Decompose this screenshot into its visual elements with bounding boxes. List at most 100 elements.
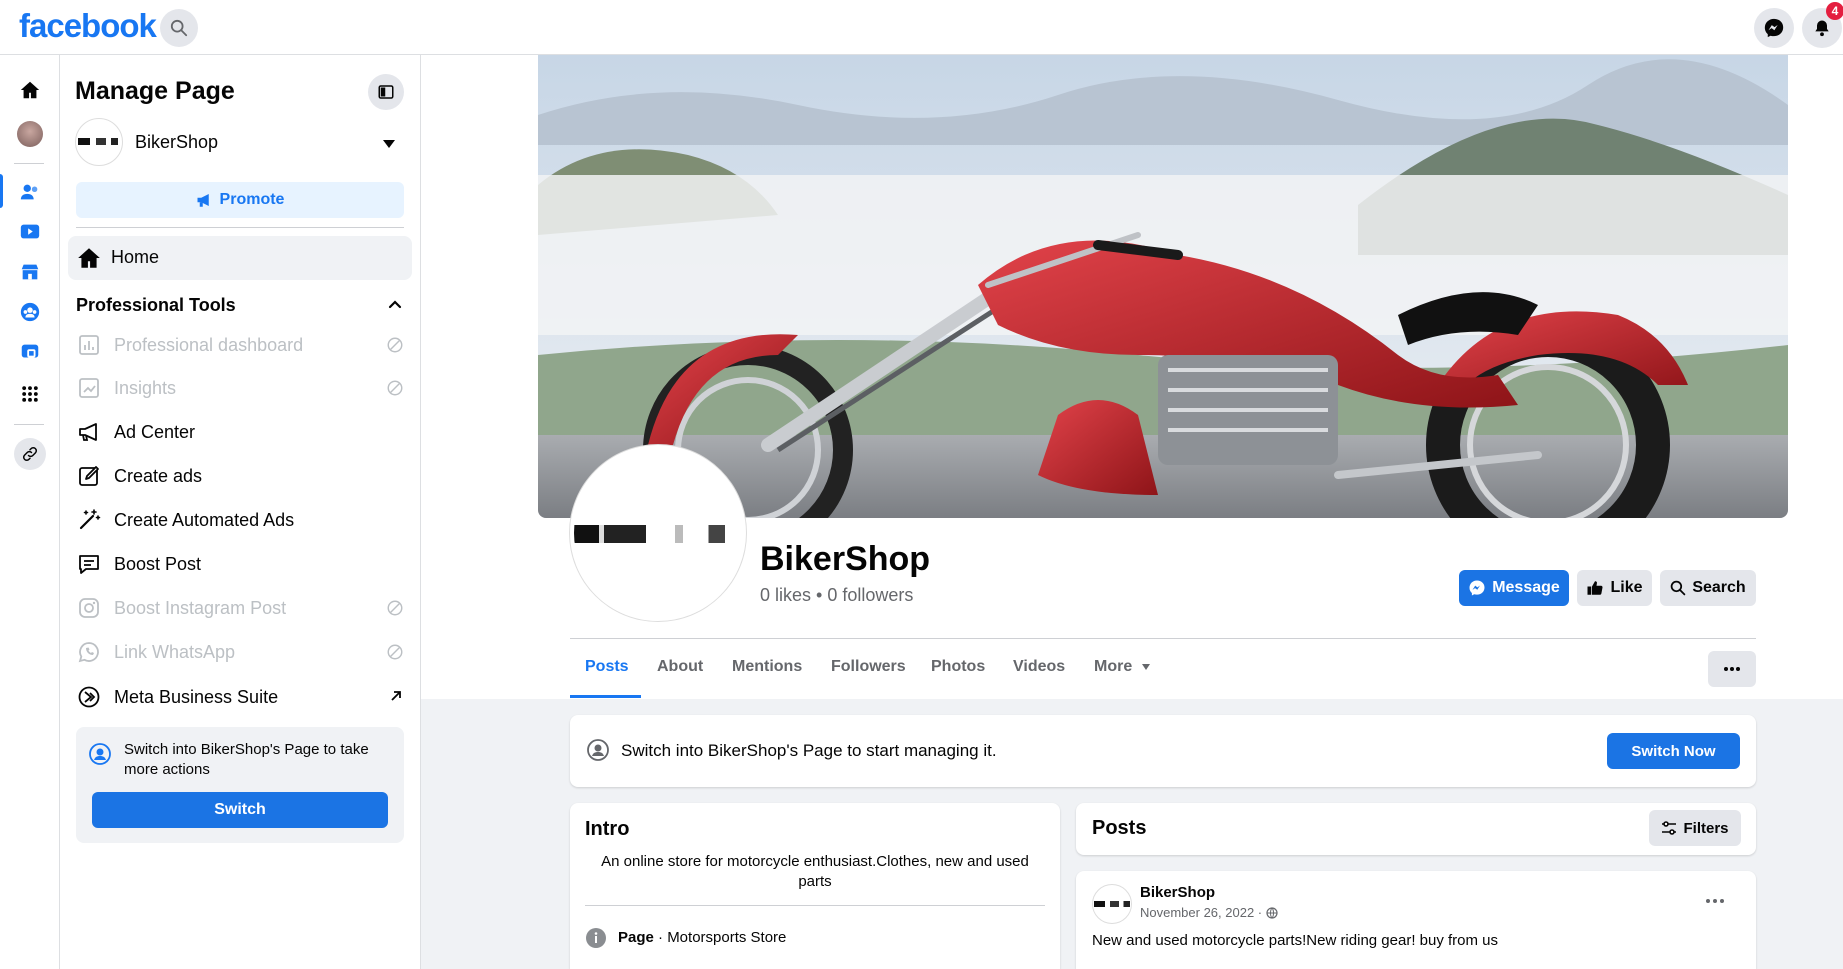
switch-page-text: Switch into BikerShop's Page to take mor… [124,741,369,778]
tab-photos[interactable]: Photos [931,658,985,676]
tab-more[interactable]: More [1094,658,1151,676]
like-label: Like [1610,579,1643,596]
switch-now-button[interactable]: Switch Now [1607,733,1740,769]
ellipsis-icon [1724,667,1740,671]
post-date[interactable]: November 26, 2022 · [1140,905,1278,920]
user-switch-icon [586,738,610,767]
sidebar-toggle-icon [378,85,394,99]
tabs-divider [570,638,1756,639]
filters-button[interactable]: Filters [1649,810,1741,846]
unavailable-icon [386,643,404,666]
sidebar-item-link-whatsapp[interactable]: Link WhatsApp [68,632,412,672]
watch-icon[interactable] [14,216,46,248]
intro-category: Page · Motorsports Store [618,929,786,946]
banner-text: Switch into BikerShop's Page to start ma… [621,741,997,760]
post-options-button[interactable] [1706,890,1724,908]
page-avatar[interactable] [75,118,123,166]
promote-button[interactable]: Promote [76,182,404,218]
chevron-up-icon[interactable] [388,296,402,314]
intro-bio: An online store for motorcycle enthusias… [601,853,1029,890]
page-profile-picture[interactable] [570,445,746,621]
tab-mentions[interactable]: Mentions [732,658,802,676]
sidebar-item-insights[interactable]: Insights [68,368,412,408]
user-switch-icon [88,742,112,771]
whatsapp-icon [76,639,102,665]
switch-button[interactable]: Switch [92,792,388,828]
top-bar [0,0,1843,55]
search-page-button[interactable]: Search [1660,570,1756,606]
rail-divider [14,163,44,164]
caret-down-icon [1141,664,1150,670]
facebook-logo[interactable]: facebook [19,7,157,45]
post-text: New and used motorcycle parts!New riding… [1092,932,1499,949]
megaphone-icon [76,419,102,445]
collapse-sidebar-button[interactable] [368,74,404,110]
posts-title: Posts [1092,817,1147,839]
sidebar-item-boost-instagram-post[interactable]: Boost Instagram Post [68,588,412,628]
message-button[interactable]: Message [1459,570,1569,606]
magic-wand-icon [76,507,102,533]
sidebar-item-label: Create ads [114,465,203,486]
edit-icon [76,463,102,489]
ellipsis-icon [1706,899,1724,903]
cover-photo[interactable] [538,55,1788,518]
thumbs-up-icon [1587,581,1604,595]
tab-followers[interactable]: Followers [831,658,906,676]
tab-videos[interactable]: Videos [1013,658,1065,676]
post-author-name[interactable]: BikerShop [1140,884,1215,901]
home-icon[interactable] [14,74,46,106]
sidebar-item-professional-dashboard[interactable]: Professional dashboard [68,325,412,365]
notification-badge: 4 [1826,2,1843,20]
page-switcher-name[interactable]: BikerShop [135,132,218,153]
post-author-avatar[interactable] [1092,884,1132,924]
tab-about[interactable]: About [657,658,703,676]
profile-avatar-icon[interactable] [14,118,46,150]
messenger-icon [1469,580,1485,596]
sidebar-divider [76,227,404,228]
more-options-button[interactable] [1708,651,1756,687]
sidebar-item-label: Insights [114,377,177,398]
groups-icon[interactable] [14,296,46,328]
rail-active-indicator [0,174,3,208]
category-value[interactable]: · Motorsports Store [654,929,786,946]
megaphone-icon [197,194,209,207]
sidebar-item-ad-center[interactable]: Ad Center [68,412,412,452]
link-icon[interactable] [14,438,46,470]
sidebar-title: Manage Page [75,77,235,105]
promote-label: Promote [219,191,285,208]
marketplace-icon[interactable] [14,256,46,288]
category-label: Page [618,929,654,946]
search-icon [1671,580,1686,596]
apps-grid-icon[interactable] [14,378,46,410]
pages-icon[interactable] [14,176,46,208]
search-button[interactable] [160,9,198,47]
sidebar-item-label: Home [111,247,160,267]
page-stats[interactable]: 0 likes • 0 followers [760,585,913,606]
sidebar-item-label: Meta Business Suite [114,686,279,707]
gaming-icon[interactable] [14,336,46,368]
tab-posts[interactable]: Posts [585,658,629,676]
caret-down-icon[interactable] [382,136,396,154]
filters-icon [1662,821,1677,835]
page-title: BikerShop [760,540,931,578]
search-label: Search [1692,579,1746,596]
external-link-icon [388,688,404,709]
sidebar-item-boost-post[interactable]: Boost Post [68,544,412,584]
sidebar-item-meta-business-suite[interactable]: Meta Business Suite [68,677,412,717]
sidebar-item-label: Professional dashboard [114,334,304,355]
message-label: Message [1492,579,1560,596]
sidebar-item-create-automated-ads[interactable]: Create Automated Ads [68,500,412,540]
tab-more-label: More [1094,658,1133,675]
unavailable-icon [386,336,404,359]
rail-divider [14,424,44,425]
post-date-text: November 26, 2022 · [1140,905,1263,920]
sidebar-item-create-ads[interactable]: Create ads [68,456,412,496]
globe-icon [1266,906,1278,919]
professional-tools-header[interactable]: Professional Tools [76,295,236,316]
intro-title: Intro [585,818,630,840]
insights-icon [76,375,102,401]
like-button[interactable]: Like [1577,570,1652,606]
messenger-button[interactable] [1754,8,1794,48]
intro-divider [585,905,1045,906]
active-tab-indicator [570,695,641,698]
